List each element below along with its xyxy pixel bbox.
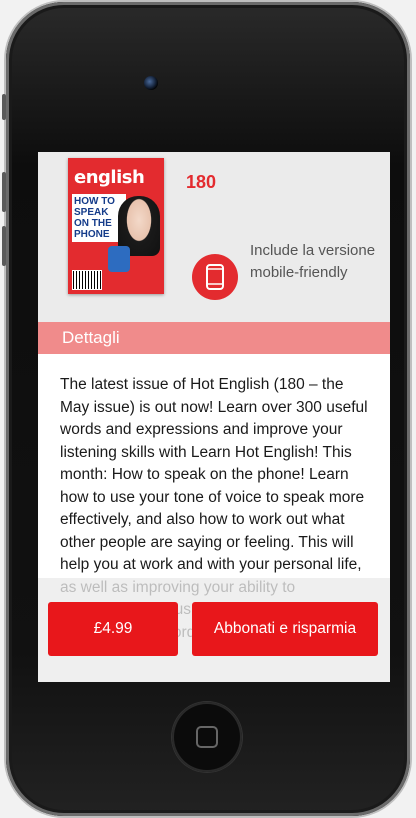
subscribe-button[interactable]: Abbonati e risparmia [192,602,378,656]
volume-down-button [2,226,6,266]
details-header: Dettagli [38,322,390,354]
details-title: Dettagli [62,328,120,347]
barcode [72,270,102,290]
home-square-icon [196,726,218,748]
cover-masthead: english [74,167,145,188]
mobile-friendly-note: Include la versione mobile-friendly [250,242,376,281]
volume-up-button [2,172,6,212]
buy-issue-button[interactable]: £4.99 [48,602,178,656]
mobile-phone-icon [192,254,238,300]
home-button[interactable] [172,702,242,772]
front-camera-icon [144,76,158,90]
issue-summary: english HOW TO SPEAK ON THE PHONE 180 In… [38,152,390,322]
cover-phone-graphic [108,246,130,272]
issue-number: 180 [186,172,217,192]
mute-switch [2,94,6,120]
magazine-cover[interactable]: english HOW TO SPEAK ON THE PHONE [68,158,164,294]
app-screen: english HOW TO SPEAK ON THE PHONE 180 In… [38,152,390,682]
